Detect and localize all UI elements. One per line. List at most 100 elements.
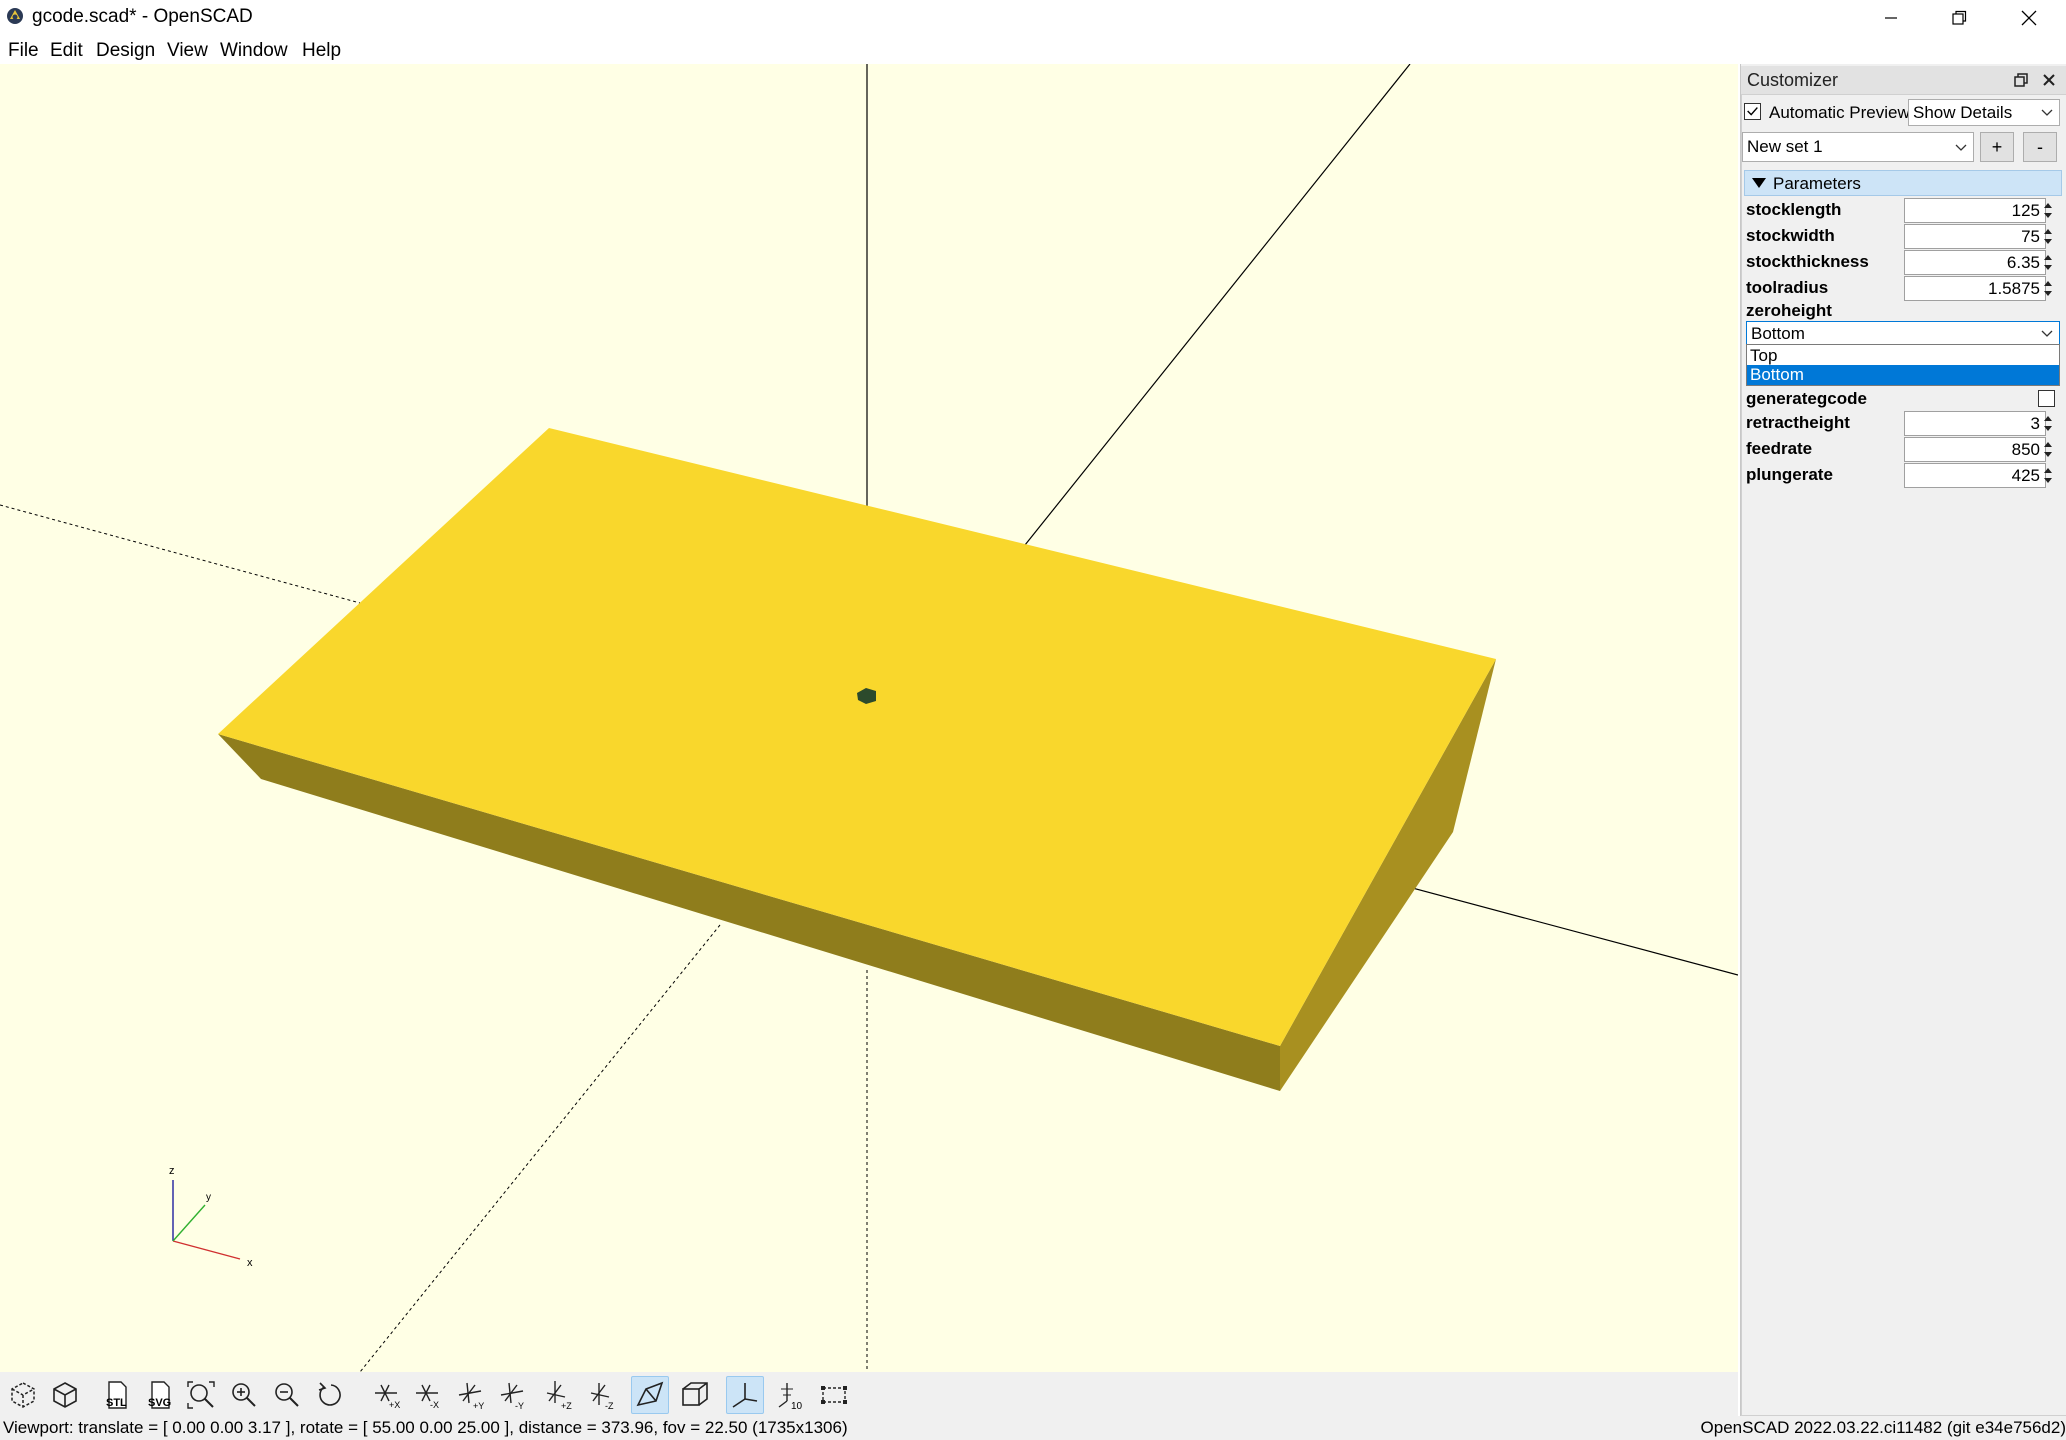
automatic-preview-checkbox[interactable] [1744, 103, 1761, 120]
chevron-down-icon [1955, 144, 1967, 151]
spin-arrows-icon[interactable] [2038, 276, 2058, 301]
automatic-preview-label: Automatic Preview [1769, 103, 1910, 122]
param-retractheight-input[interactable]: 3 [1904, 411, 2046, 436]
view-all-icon [187, 1381, 215, 1409]
svg-label: SVG [148, 1397, 171, 1409]
zoom-in-button[interactable] [225, 1376, 263, 1414]
view-all-button[interactable] [182, 1376, 220, 1414]
perspective-button[interactable] [631, 1376, 669, 1414]
window-title: gcode.scad* - OpenSCAD [32, 6, 253, 27]
spin-arrows-icon[interactable] [2038, 250, 2058, 275]
spin-arrows-icon[interactable] [2038, 411, 2058, 436]
param-plungerate-input[interactable]: 425 [1904, 463, 2046, 488]
show-axes-button[interactable] [726, 1376, 764, 1414]
param-feedrate-label: feedrate [1746, 439, 1813, 458]
details-mode-select[interactable]: Show Details [1908, 99, 2060, 126]
view-back-button[interactable]: +Y [452, 1376, 490, 1414]
param-zeroheight-label: zeroheight [1746, 301, 1832, 320]
zeroheight-value: Bottom [1751, 324, 1805, 343]
openscad-icon [7, 8, 23, 24]
param-stocklength-input[interactable]: 125 [1904, 198, 2046, 223]
param-stockthickness-value: 6.35 [2006, 253, 2040, 272]
param-toolradius-input[interactable]: 1.5875 [1904, 276, 2046, 301]
param-stockwidth-input[interactable]: 75 [1904, 224, 2046, 249]
customizer-title: Customizer [1747, 70, 1839, 90]
menu-file[interactable]: File [6, 40, 41, 62]
menu-design[interactable]: Design [94, 40, 157, 62]
checkmark-icon [1747, 107, 1758, 116]
minimize-button[interactable] [1858, 0, 1924, 36]
preview-icon [11, 1382, 35, 1408]
restore-icon [1952, 10, 1967, 25]
view-front-button[interactable]: -Y [494, 1376, 532, 1414]
spin-arrows-icon[interactable] [2038, 224, 2058, 249]
param-generategcode-checkbox[interactable] [2038, 390, 2055, 407]
spin-arrows-icon[interactable] [2038, 463, 2058, 488]
show-edges-button[interactable] [815, 1376, 853, 1414]
param-stockwidth-label: stockwidth [1746, 226, 1835, 245]
reset-view-icon [318, 1382, 341, 1406]
viewport-status: Viewport: translate = [ 0.00 0.00 3.17 ]… [3, 1418, 848, 1437]
view-top-icon: +Z [546, 1381, 572, 1411]
restore-button[interactable] [1926, 0, 1992, 36]
customizer-header: Customizer [1741, 66, 2066, 94]
show-scale-button[interactable]: 10 [772, 1376, 810, 1414]
view-bottom-button[interactable]: -Z [584, 1376, 622, 1414]
minimize-icon [1885, 17, 1897, 19]
param-plungerate-label: plungerate [1746, 465, 1833, 484]
param-retractheight-label: retractheight [1746, 413, 1850, 432]
export-stl-button[interactable]: STL [97, 1376, 135, 1414]
float-panel-icon[interactable] [2013, 72, 2029, 88]
zeroheight-option-top[interactable]: Top [1747, 346, 2059, 366]
export-svg-button[interactable]: SVG [140, 1376, 178, 1414]
view-left-button[interactable]: -X [409, 1376, 447, 1414]
chevron-down-icon [2041, 109, 2053, 116]
zoom-out-button[interactable] [268, 1376, 306, 1414]
zeroheight-dropdown-list: Top Bottom [1746, 344, 2060, 386]
zeroheight-option-bottom[interactable]: Bottom [1747, 365, 2059, 385]
view-right-button[interactable]: +X [368, 1376, 406, 1414]
close-button[interactable] [1996, 0, 2062, 36]
version-status: OpenSCAD 2022.03.22.ci11482 (git e34e756… [1700, 1418, 2066, 1437]
render-button[interactable] [46, 1376, 84, 1414]
param-stocklength-value: 125 [2011, 201, 2040, 220]
view-left-icon: -X [416, 1384, 439, 1410]
view-front-icon: -Y [500, 1382, 524, 1411]
parameters-group-header[interactable]: Parameters [1744, 170, 2062, 196]
menu-view[interactable]: View [165, 40, 210, 62]
preview-button[interactable] [4, 1376, 42, 1414]
export-svg-icon: SVG [148, 1381, 171, 1409]
details-mode-value: Show Details [1913, 103, 2013, 122]
menu-edit[interactable]: Edit [48, 40, 85, 62]
scene-render: z y x [0, 64, 1738, 1372]
preset-value: New set 1 [1747, 137, 1823, 156]
remove-preset-button[interactable]: - [2023, 132, 2057, 162]
param-feedrate-input[interactable]: 850 [1904, 437, 2046, 462]
collapse-triangle-icon [1752, 178, 1766, 188]
spin-arrows-icon[interactable] [2038, 437, 2058, 462]
stl-label: STL [106, 1397, 127, 1409]
param-zeroheight-select[interactable]: Bottom [1746, 321, 2060, 345]
param-stockthickness-input[interactable]: 6.35 [1904, 250, 2046, 275]
x-axis-negative [0, 504, 361, 604]
view-top-button[interactable]: +Z [540, 1376, 578, 1414]
3d-viewport[interactable]: z y x [0, 64, 1738, 1372]
svg-text:-Z: -Z [605, 1401, 614, 1411]
show-scale-icon: 10 [778, 1383, 803, 1411]
close-panel-icon[interactable] [2041, 72, 2057, 88]
menu-bar: File Edit Design View Window Help [0, 36, 2066, 66]
menu-help[interactable]: Help [300, 40, 343, 62]
param-feedrate-value: 850 [2011, 440, 2040, 459]
parameters-group-label: Parameters [1773, 174, 1861, 193]
export-stl-icon: STL [106, 1381, 127, 1409]
add-preset-button[interactable]: + [1980, 132, 2014, 162]
orthogonal-button[interactable] [676, 1376, 714, 1414]
gizmo-y-label: y [206, 1192, 211, 1203]
menu-window[interactable]: Window [218, 40, 290, 62]
preset-select[interactable]: New set 1 [1742, 132, 1974, 162]
param-plungerate-value: 425 [2011, 466, 2040, 485]
reset-view-button[interactable] [312, 1376, 350, 1414]
zoom-in-icon [232, 1383, 256, 1407]
spin-arrows-icon[interactable] [2038, 198, 2058, 223]
title-bar: gcode.scad* - OpenSCAD [0, 0, 2066, 36]
